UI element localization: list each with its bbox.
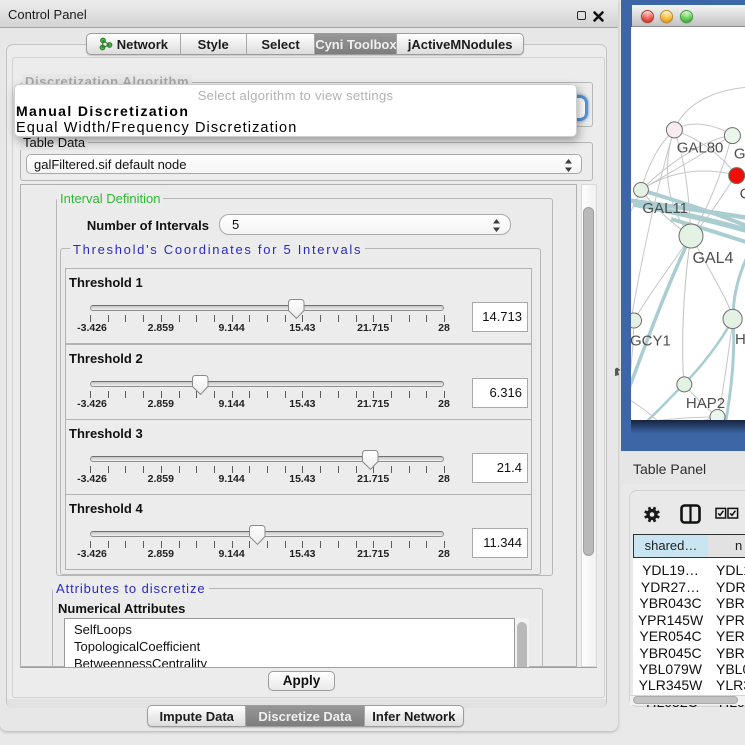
svg-text:CY: CY <box>740 185 745 202</box>
svg-text:HAP2: HAP2 <box>686 395 725 412</box>
svg-text:GAL80: GAL80 <box>677 140 724 157</box>
svg-text:GAL4: GAL4 <box>693 250 734 267</box>
svg-text:HIS: HIS <box>735 331 745 348</box>
svg-text:GCY1: GCY1 <box>631 333 671 350</box>
svg-text:GAL11: GAL11 <box>642 200 688 217</box>
svg-text:GAL1: GAL1 <box>734 145 745 162</box>
